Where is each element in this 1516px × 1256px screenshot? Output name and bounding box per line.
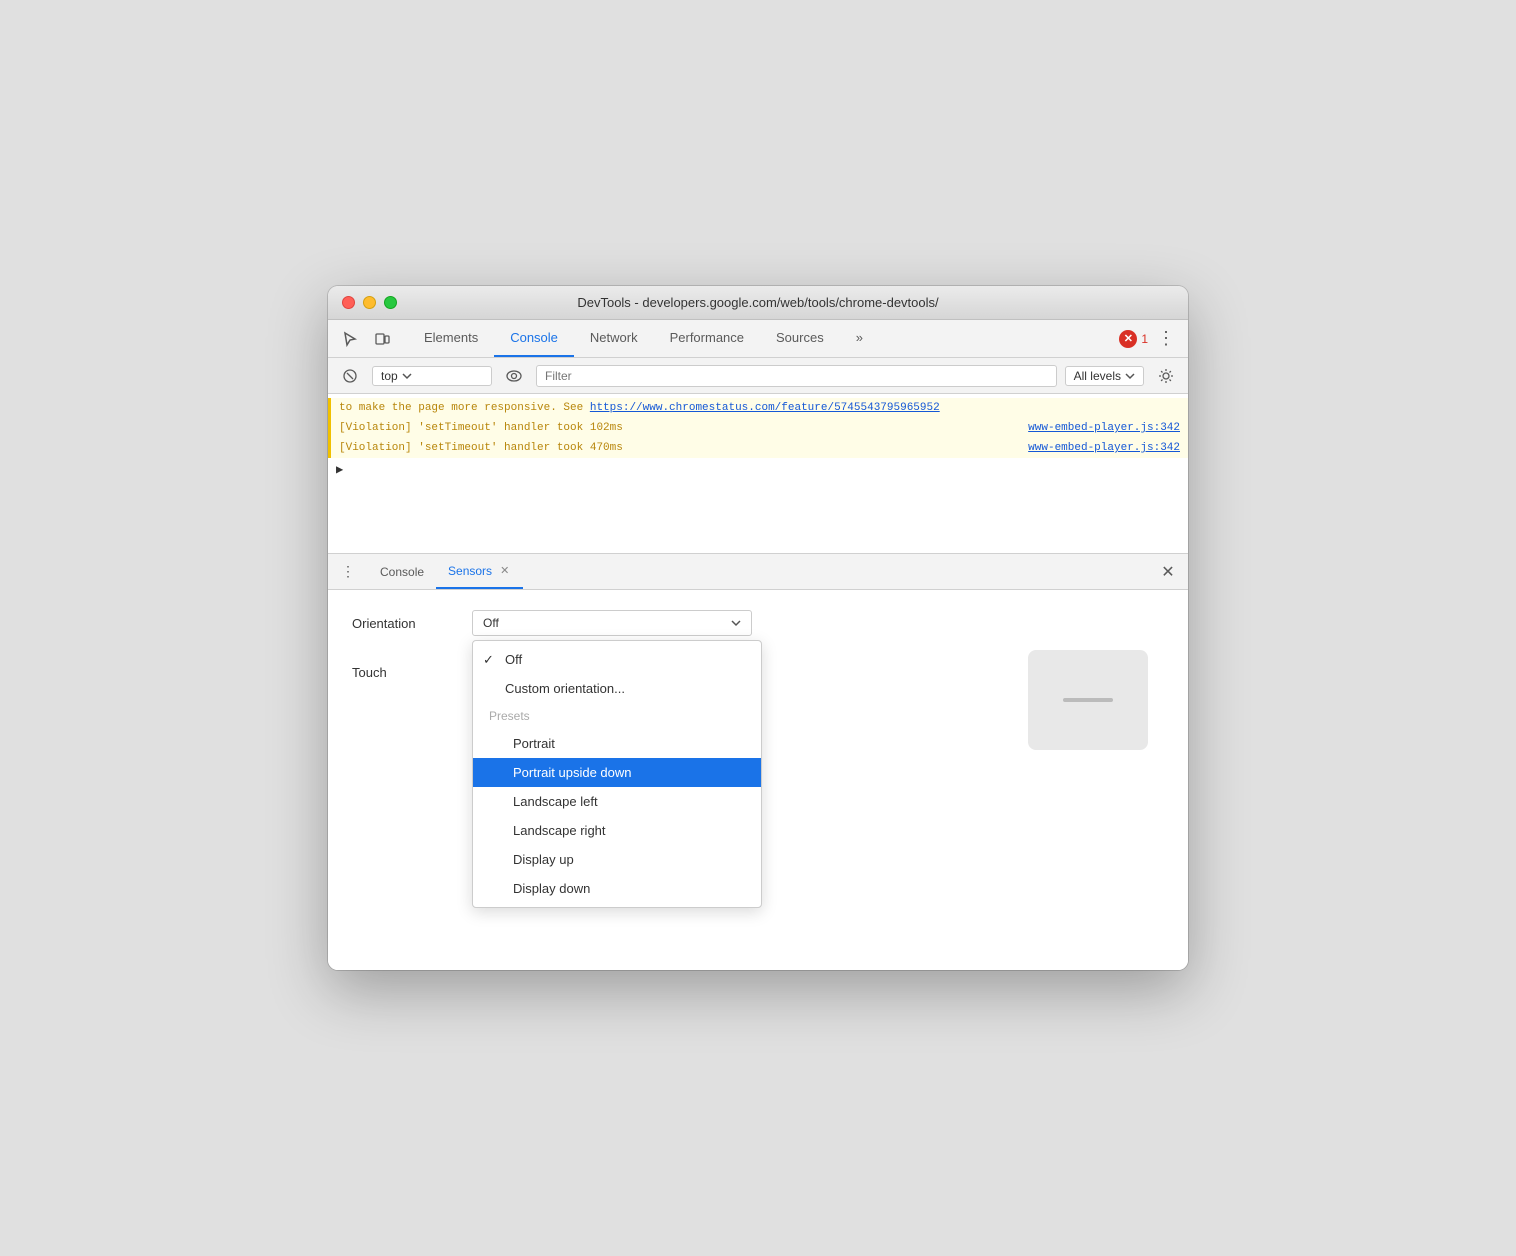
tab-sources[interactable]: Sources [760, 320, 840, 357]
orientation-dropdown-menu: ✓ Off Custom orientation... Presets Port… [472, 640, 762, 908]
minimize-button[interactable] [363, 296, 376, 309]
gear-icon [1158, 368, 1174, 384]
close-bottom-panel[interactable]: ✕ [1156, 560, 1180, 584]
dropdown-item-portrait-upside-down[interactable]: Portrait upside down [473, 758, 761, 787]
dropdown-item-display-up[interactable]: Display up [473, 845, 761, 874]
console-line: to make the page more responsive. See ht… [328, 398, 1188, 418]
tab-network[interactable]: Network [574, 320, 654, 357]
orientation-label: Orientation [352, 610, 472, 631]
dropdown-item-off[interactable]: ✓ Off [473, 645, 761, 674]
panel-menu-button[interactable]: ⋮ [336, 560, 360, 584]
window-title: DevTools - developers.google.com/web/too… [328, 295, 1188, 310]
title-bar: DevTools - developers.google.com/web/too… [328, 286, 1188, 320]
dropdown-item-landscape-right[interactable]: Landscape right [473, 816, 761, 845]
close-sensors-tab[interactable]: ✕ [498, 564, 511, 577]
sensors-content: Orientation Off ✓ Off [328, 590, 1188, 970]
console-toolbar: top All levels [328, 358, 1188, 394]
console-settings-button[interactable] [1152, 362, 1180, 390]
phone-bar [1063, 698, 1113, 702]
close-button[interactable] [342, 296, 355, 309]
devtools-tabs: Elements Console Network Performance Sou… [408, 320, 879, 357]
console-line: [Violation] 'setTimeout' handler took 47… [328, 438, 1188, 458]
bottom-panel: ⋮ Console Sensors ✕ ✕ Orientation Off [328, 554, 1188, 970]
cursor-icon [342, 331, 358, 347]
orientation-dropdown-wrapper: Off ✓ Off Custom orientation... [472, 610, 752, 636]
tab-elements[interactable]: Elements [408, 320, 494, 357]
orientation-select-trigger[interactable]: Off [472, 610, 752, 636]
dropdown-item-portrait[interactable]: Portrait [473, 729, 761, 758]
dropdown-presets-header: Presets [473, 703, 761, 729]
console-line: [Violation] 'setTimeout' handler took 10… [328, 418, 1188, 438]
clear-icon [343, 369, 357, 383]
clear-console-button[interactable] [336, 362, 364, 390]
error-icon: ✕ [1119, 330, 1137, 348]
maximize-button[interactable] [384, 296, 397, 309]
console-content: to make the page more responsive. See ht… [328, 394, 1188, 554]
tab-console[interactable]: Console [494, 320, 574, 357]
device-icon [374, 331, 390, 347]
level-dropdown-icon [1125, 372, 1135, 380]
console-expand-arrow[interactable]: ▶ [328, 458, 1188, 481]
dropdown-arrow-icon [402, 372, 412, 380]
tab-performance[interactable]: Performance [654, 320, 760, 357]
filter-input[interactable] [536, 365, 1057, 387]
bottom-tab-sensors[interactable]: Sensors ✕ [436, 554, 523, 589]
devtools-toolbar: Elements Console Network Performance Sou… [328, 320, 1188, 358]
bottom-tabs-bar: ⋮ Console Sensors ✕ ✕ [328, 554, 1188, 590]
filter-types-button[interactable] [500, 362, 528, 390]
dropdown-item-display-down[interactable]: Display down [473, 874, 761, 903]
check-icon: ✓ [483, 652, 494, 668]
tab-more[interactable]: » [840, 320, 879, 357]
source-link[interactable]: www-embed-player.js:342 [1028, 420, 1180, 436]
source-link[interactable]: www-embed-player.js:342 [1028, 440, 1180, 456]
orientation-dropdown-arrow [731, 619, 741, 627]
dropdown-item-custom[interactable]: Custom orientation... [473, 674, 761, 703]
traffic-lights [342, 296, 397, 309]
context-selector[interactable]: top [372, 366, 492, 386]
error-badge[interactable]: ✕ 1 [1119, 330, 1148, 348]
level-selector[interactable]: All levels [1065, 366, 1144, 386]
touch-label: Touch [352, 659, 472, 680]
device-toggle-button[interactable] [368, 325, 396, 353]
more-options-button[interactable]: ⋮ [1152, 325, 1180, 353]
inspect-element-button[interactable] [336, 325, 364, 353]
bottom-tab-console[interactable]: Console [368, 554, 436, 589]
phone-preview [1028, 650, 1148, 750]
devtools-window: DevTools - developers.google.com/web/too… [328, 286, 1188, 970]
chromestatus-link[interactable]: https://www.chromestatus.com/feature/574… [590, 402, 940, 414]
dropdown-item-landscape-left[interactable]: Landscape left [473, 787, 761, 816]
eye-icon [506, 370, 522, 382]
orientation-row: Orientation Off ✓ Off [352, 610, 1164, 636]
